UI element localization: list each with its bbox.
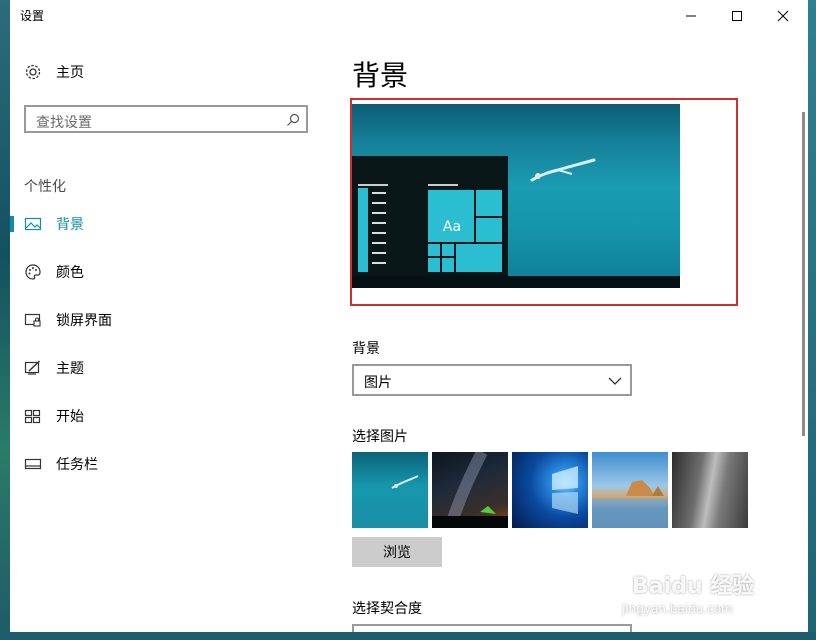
sidebar-item-label: 开始 [56,409,84,425]
sidebar-item-colors[interactable]: 颜色 [10,252,330,292]
search-icon [287,113,300,126]
picture-thumbnail-beach[interactable] [592,452,668,528]
sidebar: 主页 查找设置 个性化 背景 颜色 锁屏界面 主题 开始 任务栏 [10,32,330,632]
maximize-icon [732,11,742,21]
night-sky-thumbnail-art [432,452,508,528]
start-icon [24,407,42,425]
desktop-edge-left [0,0,10,640]
fit-dropdown[interactable] [352,624,632,632]
minimize-button[interactable] [668,0,714,32]
title-bar: 设置 [10,0,808,32]
sidebar-item-lock-screen[interactable]: 锁屏界面 [10,300,330,340]
sidebar-item-start[interactable]: 开始 [10,396,330,436]
close-icon [777,10,789,22]
maximize-button[interactable] [714,0,760,32]
active-indicator [10,216,14,232]
lock-screen-icon [24,311,42,329]
desktop-edge-bottom [0,632,816,640]
background-label: 背景 [352,341,380,357]
sidebar-item-label: 背景 [56,217,84,233]
chevron-down-icon [608,377,622,385]
close-button[interactable] [760,0,806,32]
picture-thumbnail-rock[interactable] [672,452,748,528]
sidebar-item-label: 主题 [56,361,84,377]
sidebar-item-label: 主页 [56,65,84,81]
picture-thumbnail-night-sky[interactable] [432,452,508,528]
sidebar-item-themes[interactable]: 主题 [10,348,330,388]
gear-icon [24,63,42,81]
watermark-url: jingyan.baidu.com [622,602,733,616]
sidebar-item-taskbar[interactable]: 任务栏 [10,444,330,484]
palette-icon [24,263,42,281]
scrollbar-thumb[interactable] [802,112,805,436]
theme-icon [24,359,42,377]
taskbar-icon [24,455,42,473]
choose-picture-label: 选择图片 [352,429,408,445]
main-pane: 背景 Aa 背景 图片 选择图片 浏览 选择契合度 [330,32,808,632]
highlight-box [350,98,738,306]
desktop-edge-right [808,0,816,640]
sidebar-item-label: 颜色 [56,265,84,281]
browse-button[interactable]: 浏览 [352,537,442,567]
picture-thumbnail-windows[interactable] [512,452,588,528]
sidebar-item-home[interactable]: 主页 [10,52,330,92]
search-placeholder: 查找设置 [36,115,92,131]
picture-thumbnail-underwater[interactable] [352,452,428,528]
window-title: 设置 [20,9,45,23]
settings-window: 设置 主页 查找设置 个性化 背景 颜色 锁屏界面 主题 开始 任务栏 背景 A… [10,0,808,632]
background-type-dropdown[interactable]: 图片 [352,364,632,396]
beach-thumbnail-art [592,480,668,528]
swimmer-thumbnail-art [391,475,419,489]
section-heading-personalization: 个性化 [24,179,66,195]
minimize-icon [686,15,696,17]
sidebar-item-background[interactable]: 背景 [10,204,330,244]
sidebar-item-label: 锁屏界面 [56,313,112,329]
picture-icon [24,215,42,233]
watermark-brand: Baidu 经验 [632,574,755,599]
choose-fit-label: 选择契合度 [352,601,422,617]
windows-logo-thumbnail-art [552,466,578,514]
search-input[interactable]: 查找设置 [24,105,308,133]
sidebar-item-label: 任务栏 [56,457,98,473]
page-title: 背景 [352,59,409,92]
dropdown-value: 图片 [364,375,392,391]
baidu-watermark: Baidu 经验 jingyan.baidu.com [622,566,782,626]
